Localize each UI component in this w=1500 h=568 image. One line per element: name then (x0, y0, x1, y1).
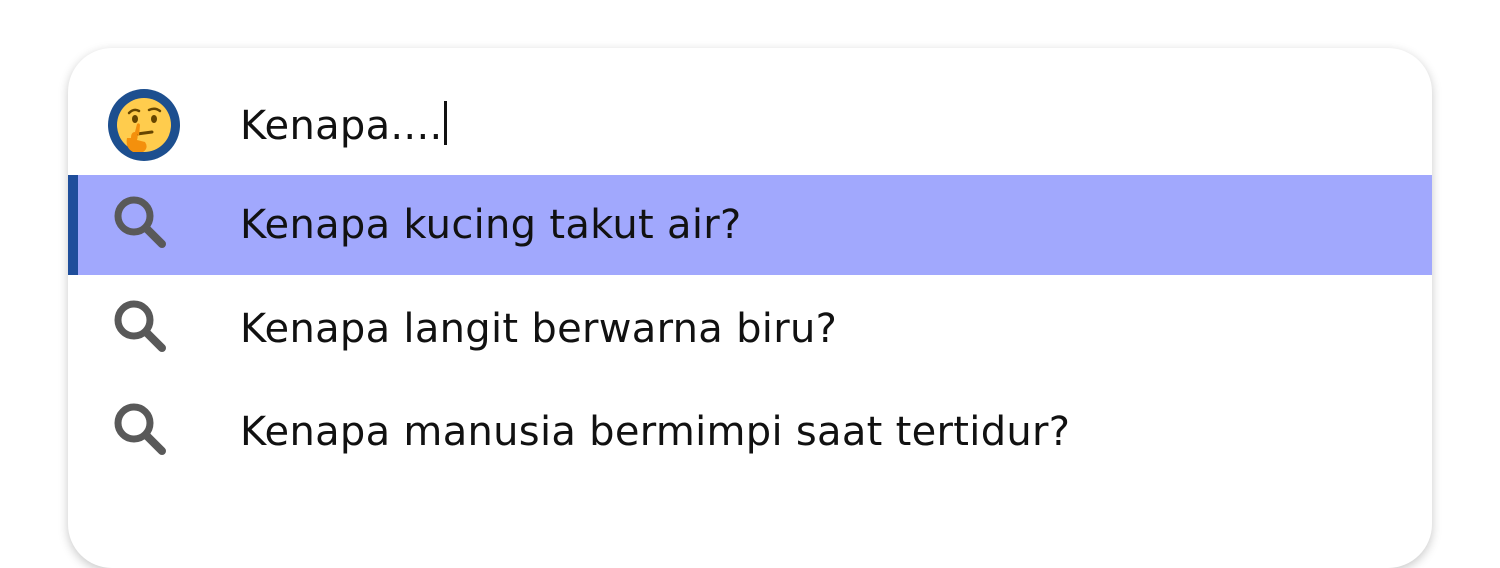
text-caret (444, 101, 448, 145)
suggestion-item-2[interactable]: Kenapa langit berwarna biru? (68, 279, 1432, 379)
search-icon (114, 196, 166, 248)
suggestion-label: Kenapa kucing takut air? (240, 202, 742, 248)
search-input[interactable]: Kenapa.... (240, 101, 448, 149)
search-input-row[interactable]: Kenapa.... (68, 75, 1432, 175)
search-icon (114, 403, 166, 455)
suggestion-item-3[interactable]: Kenapa manusia bermimpi saat tertidur? (68, 382, 1432, 482)
suggestion-label: Kenapa langit berwarna biru? (240, 306, 838, 352)
search-suggestion-panel: Kenapa.... Kenapa kucing takut air? Kena… (68, 48, 1432, 568)
suggestion-label: Kenapa manusia bermimpi saat tertidur? (240, 409, 1071, 455)
thinking-face-emoji-icon (108, 89, 180, 161)
search-icon (114, 300, 166, 352)
search-query-text: Kenapa.... (240, 103, 443, 149)
suggestion-item-1[interactable]: Kenapa kucing takut air? (68, 175, 1432, 275)
